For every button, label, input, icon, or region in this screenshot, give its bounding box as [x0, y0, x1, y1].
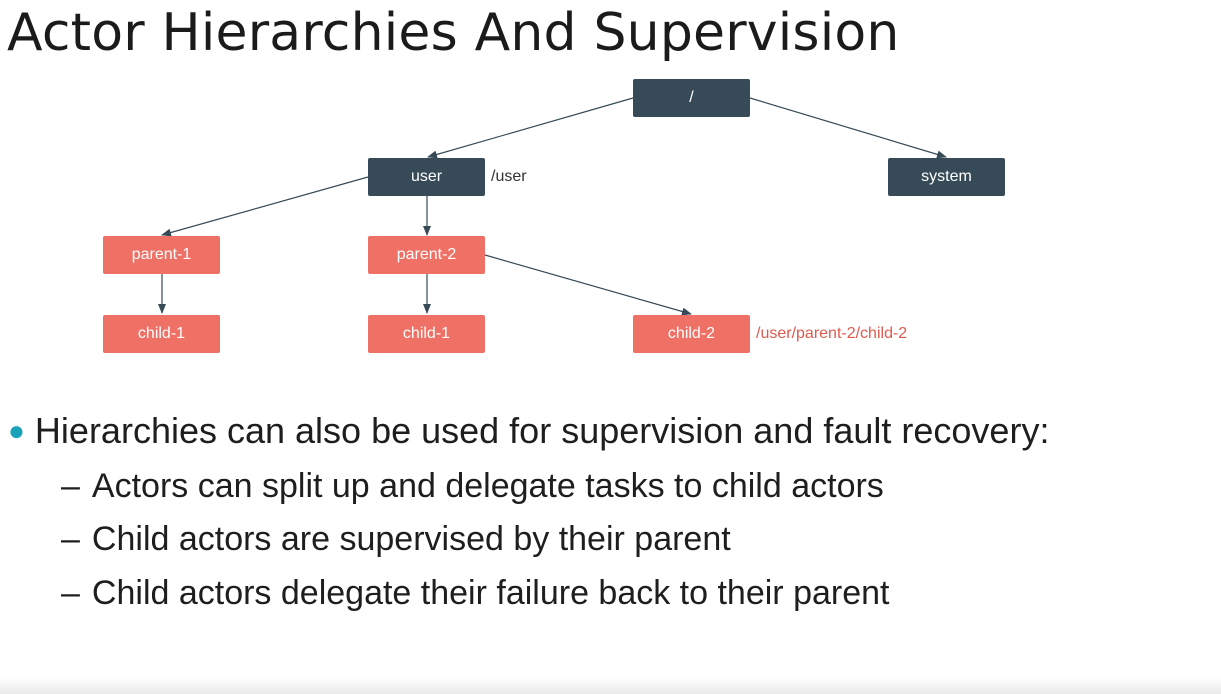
dash-icon: – — [61, 574, 80, 612]
sub-bullet-2: – Child actors are supervised by their pa… — [61, 518, 731, 560]
bullet-main: ● Hierarchies can also be used for superv… — [8, 408, 1049, 457]
edge-root-system — [749, 97, 947, 159]
node-child-2: child-2 — [633, 315, 750, 353]
actor-hierarchy-diagram: / user system parent-1 parent-2 child-1 … — [0, 0, 1221, 380]
bullet-dot-icon: ● — [8, 415, 25, 446]
node-user: user — [368, 158, 485, 196]
node-parent-1: parent-1 — [103, 236, 220, 274]
user-path-label: /user — [491, 168, 527, 185]
sub-bullet-1-text: Actors can split up and delegate tasks t… — [91, 467, 884, 505]
node-child-1-of-parent-1: child-1 — [103, 315, 220, 353]
node-parent-2: parent-2 — [368, 236, 485, 274]
bottom-edge-shade — [0, 678, 1221, 694]
sub-bullet-1: – Actors can split up and delegate tasks … — [61, 465, 884, 507]
sub-bullet-3: – Child actors delegate their failure bac… — [61, 572, 889, 614]
dash-icon: – — [61, 520, 80, 558]
edge-parent2-child2 — [484, 254, 692, 316]
child-2-path-label: /user/parent-2/child-2 — [756, 325, 908, 342]
sub-bullet-2-text: Child actors are supervised by their par… — [91, 520, 731, 558]
sub-bullet-3-text: Child actors delegate their failure back… — [91, 574, 890, 612]
node-root: / — [633, 79, 750, 117]
bullet-main-text: Hierarchies can also be used for supervi… — [34, 410, 1050, 451]
dash-icon: – — [61, 467, 80, 505]
node-system: system — [888, 158, 1005, 196]
edge-root-user — [427, 97, 634, 159]
node-child-1-of-parent-2: child-1 — [368, 315, 485, 353]
edge-user-parent1 — [161, 176, 369, 237]
